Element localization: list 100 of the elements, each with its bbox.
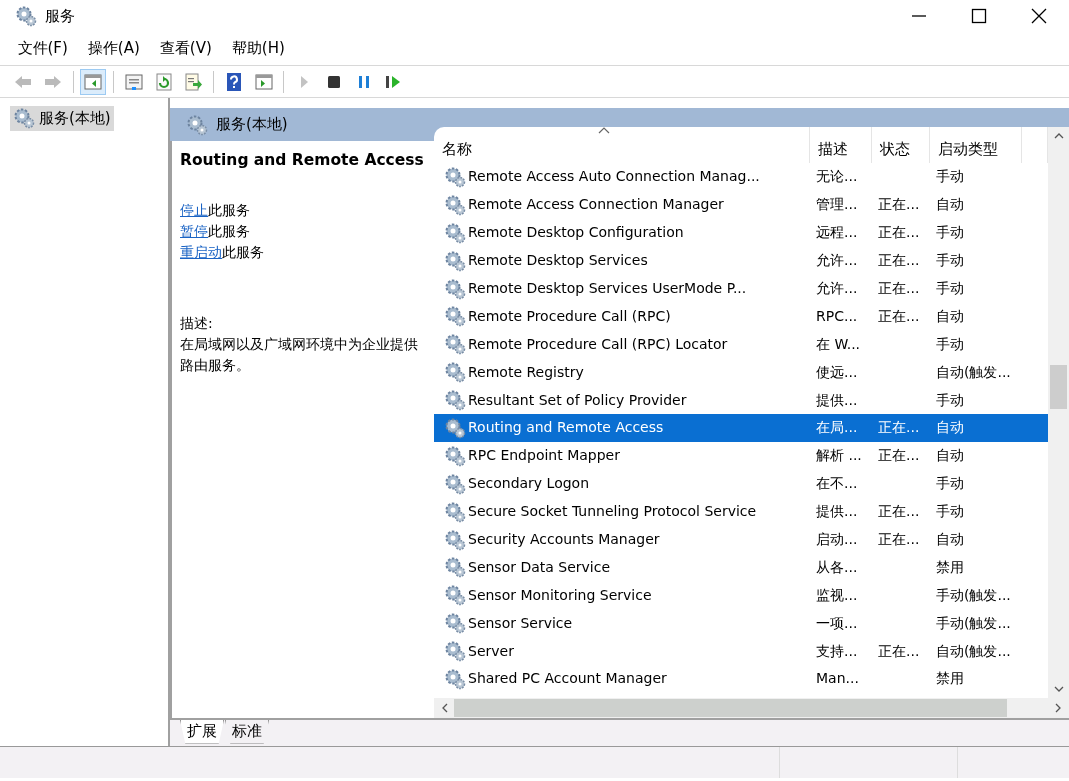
description-cell-text: 使远... — [815, 362, 859, 382]
menu-item[interactable]: 文件(F) — [7, 35, 78, 62]
column-header[interactable]: 名称 — [434, 127, 810, 163]
close-icon[interactable] — [1030, 7, 1048, 25]
description-cell-text: RPC... — [815, 306, 859, 326]
service-row[interactable]: Remote Desktop Services 允许... 正在... 手动 — [434, 246, 1048, 275]
scroll-right-icon[interactable] — [1055, 703, 1061, 713]
action-link[interactable]: 停止 — [180, 202, 208, 219]
startup-type-cell-text: 手动 — [935, 502, 965, 522]
view-tab[interactable]: 标准 — [225, 720, 269, 744]
maximize-icon[interactable] — [970, 7, 988, 25]
service-row[interactable]: Server 支持... 正在... 自动(触发... — [434, 637, 1048, 666]
service-row[interactable]: Shared PC Account Manager Man... 禁用 — [434, 665, 1048, 693]
horizontal-scrollbar[interactable] — [434, 698, 1069, 718]
service-name: Secure Socket Tunneling Protocol Service — [468, 502, 757, 522]
description-cell-text: 允许... — [815, 279, 859, 298]
service-name: Shared PC Account Manager — [468, 669, 667, 689]
startup-type-cell-text: 手动 — [935, 223, 965, 243]
gear-icon — [444, 249, 466, 272]
vertical-scrollbar[interactable] — [1048, 127, 1069, 698]
column-header[interactable]: 状态 — [872, 127, 930, 163]
service-row[interactable]: Sensor Data Service 从各... 禁用 — [434, 553, 1048, 582]
refresh-icon — [153, 71, 174, 92]
service-row[interactable]: Remote Access Connection Manager 管理... 正在... 自动 — [434, 190, 1048, 219]
scrollbar-thumb[interactable] — [454, 699, 1007, 717]
service-name: Resultant Set of Policy Provider — [468, 390, 687, 410]
action-text: 停止此服务 — [180, 201, 251, 221]
startup-type-cell-text: 手动 — [935, 251, 965, 271]
tree-item[interactable]: 服务(本地) — [10, 106, 114, 131]
startup-type-cell-text: 手动 — [935, 167, 965, 187]
description-cell-text: 管理... — [815, 195, 859, 215]
menu-item[interactable]: 帮助(H) — [221, 35, 295, 62]
service-name: Remote Access Connection Manager — [468, 195, 724, 215]
description-text: 在局域网以及广域网环境中为企业提供路由服务。 — [180, 335, 419, 376]
service-row[interactable]: Remote Procedure Call (RPC) RPC... 正在... 自动 — [434, 302, 1048, 331]
scroll-down-icon[interactable] — [1053, 686, 1064, 692]
service-row[interactable]: Sensor Monitoring Service 监视... 手动(触发... — [434, 581, 1048, 610]
description-cell-text: Man... — [815, 669, 860, 689]
description-cell-text: 从各... — [815, 557, 859, 577]
service-row[interactable]: Secure Socket Tunneling Protocol Service 提供... 正在... 手动 — [434, 497, 1048, 526]
startup-type-cell-text: 自动(触发... — [935, 641, 1012, 661]
startup-type-cell-text: 手动(触发... — [935, 613, 1012, 633]
scroll-left-icon[interactable] — [442, 703, 448, 713]
description-cell-text: 提供... — [815, 390, 859, 410]
service-name: Sensor Service — [468, 613, 573, 633]
gear-icon — [444, 584, 466, 607]
window-icon — [83, 71, 104, 92]
status-cell-text: 正在... — [877, 418, 921, 438]
status-cell-text: 正在... — [877, 195, 921, 215]
window-title: 服务 — [44, 5, 75, 27]
gear-icon — [444, 500, 466, 523]
service-row[interactable]: RPC Endpoint Mapper 解析 ... 正在... 自动 — [434, 441, 1048, 470]
service-row[interactable]: Resultant Set of Policy Provider 提供... 手动 — [434, 386, 1048, 414]
menu-item[interactable]: 查看(V) — [149, 35, 222, 62]
scrollbar-thumb[interactable] — [1050, 365, 1067, 409]
action-link[interactable]: 暂停 — [180, 223, 208, 240]
action-link[interactable]: 重启动 — [180, 244, 222, 261]
startup-type-cell-text: 手动 — [935, 334, 965, 354]
startup-type-cell-text: 手动 — [935, 279, 965, 298]
service-name: RPC Endpoint Mapper — [468, 446, 620, 466]
service-name: Security Accounts Manager — [468, 530, 660, 549]
menu-item[interactable]: 操作(A) — [77, 35, 150, 62]
service-name: Sensor Monitoring Service — [468, 585, 652, 605]
gear-icon — [444, 416, 466, 439]
service-row[interactable]: Routing and Remote Access 在局... 正在... 自动 — [434, 414, 1048, 442]
scroll-up-icon[interactable] — [1053, 133, 1064, 139]
service-name: Remote Procedure Call (RPC) Locator — [468, 334, 728, 354]
status-cell-text: 正在... — [877, 223, 921, 243]
service-row[interactable]: Remote Procedure Call (RPC) Locator 在 W... 手动 — [434, 330, 1048, 359]
view-tab[interactable]: 扩展 — [180, 720, 224, 744]
startup-type-cell-text: 自动 — [935, 446, 965, 466]
service-row[interactable]: Secondary Logon 在不... 手动 — [434, 469, 1048, 498]
service-row[interactable]: Remote Registry 使远... 自动(触发... — [434, 358, 1048, 387]
startup-type-cell-text: 禁用 — [935, 669, 965, 689]
window-icon — [253, 71, 274, 92]
window-button[interactable] — [80, 68, 107, 95]
service-row[interactable]: Sensor Service 一项... 手动(触发... — [434, 609, 1048, 638]
pane-title: 服务(本地) — [216, 114, 288, 136]
description-label: 描述: — [180, 314, 214, 334]
gear-icon — [186, 113, 208, 136]
gear-icon — [444, 333, 466, 356]
service-title: Routing and Remote Access — [180, 150, 425, 171]
status-cell-text: 正在... — [877, 251, 921, 271]
gear-icon — [15, 5, 37, 27]
description-cell-text: 在 W... — [815, 334, 862, 354]
description-cell-text: 一项... — [815, 613, 859, 633]
service-name: Routing and Remote Access — [468, 418, 664, 438]
service-row[interactable]: Security Accounts Manager 启动... 正在... 自动 — [434, 525, 1048, 554]
column-header[interactable]: 启动类型 — [930, 127, 1022, 163]
gear-icon — [444, 444, 466, 467]
startup-type-cell-text: 禁用 — [935, 557, 965, 577]
service-row[interactable]: Remote Access Auto Connection Manag... 无论... 手动 — [434, 163, 1048, 191]
description-cell-text: 远程... — [815, 223, 859, 243]
column-header[interactable]: 描述 — [810, 127, 872, 163]
service-row[interactable]: Remote Desktop Services UserMode P... 允许... 正在... 手动 — [434, 274, 1048, 303]
service-row[interactable]: Remote Desktop Configuration 远程... 正在... 手动 — [434, 218, 1048, 247]
service-name: Remote Access Auto Connection Manag... — [468, 167, 760, 187]
service-name: Secondary Logon — [468, 474, 590, 494]
startup-type-cell-text: 手动(触发... — [935, 585, 1012, 605]
description-cell-text: 提供... — [815, 502, 859, 522]
